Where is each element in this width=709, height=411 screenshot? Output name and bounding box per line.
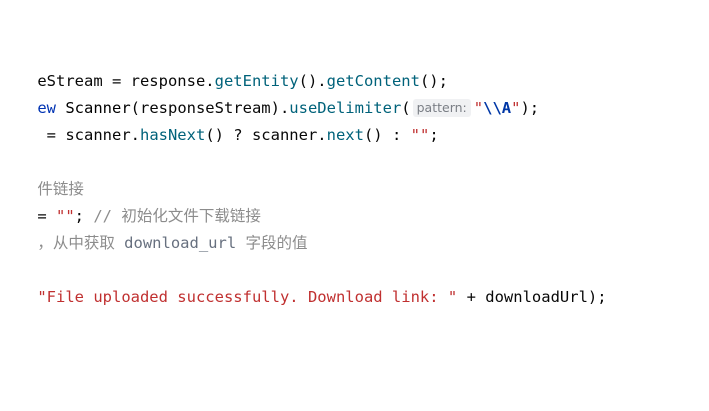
token-comment: ，从中获取 — [37, 234, 125, 252]
code-line-2[interactable]: ew Scanner(responseStream).useDelimiter(… — [0, 68, 539, 117]
code-line-6[interactable]: ，从中获取 download_url 字段的值 — [0, 203, 307, 252]
token-plain: + downloadUrl); — [457, 288, 607, 306]
token-string: " — [473, 99, 484, 117]
code-line-3[interactable]: = scanner.hasNext() ? scanner.next() : "… — [0, 95, 439, 144]
code-line-7[interactable]: "File uploaded successfully. Download li… — [0, 257, 606, 306]
token-comment-code: download_url — [124, 234, 237, 252]
token-plain: ; — [429, 126, 439, 144]
token-plain: ); — [520, 99, 540, 117]
code-line-4[interactable]: 件链接 — [0, 149, 84, 198]
code-line-1[interactable]: eStream = response.getEntity().getConten… — [0, 41, 448, 90]
token-plain: = scanner. — [37, 126, 140, 144]
token-plain: () ? scanner. — [205, 126, 327, 144]
code-line-5[interactable]: = ""; // 初始化文件下载链接 — [0, 176, 261, 225]
token-string: "File uploaded successfully. Download li… — [37, 288, 458, 306]
token-comment: 字段的值 — [236, 234, 308, 252]
code-editor[interactable]: eStream = response.getEntity().getConten… — [0, 0, 709, 411]
token-escape: \\A — [483, 99, 512, 117]
token-method: hasNext — [139, 126, 206, 144]
token-plain: () : — [363, 126, 411, 144]
token-string: "" — [410, 126, 430, 144]
token-method: next — [326, 126, 364, 144]
